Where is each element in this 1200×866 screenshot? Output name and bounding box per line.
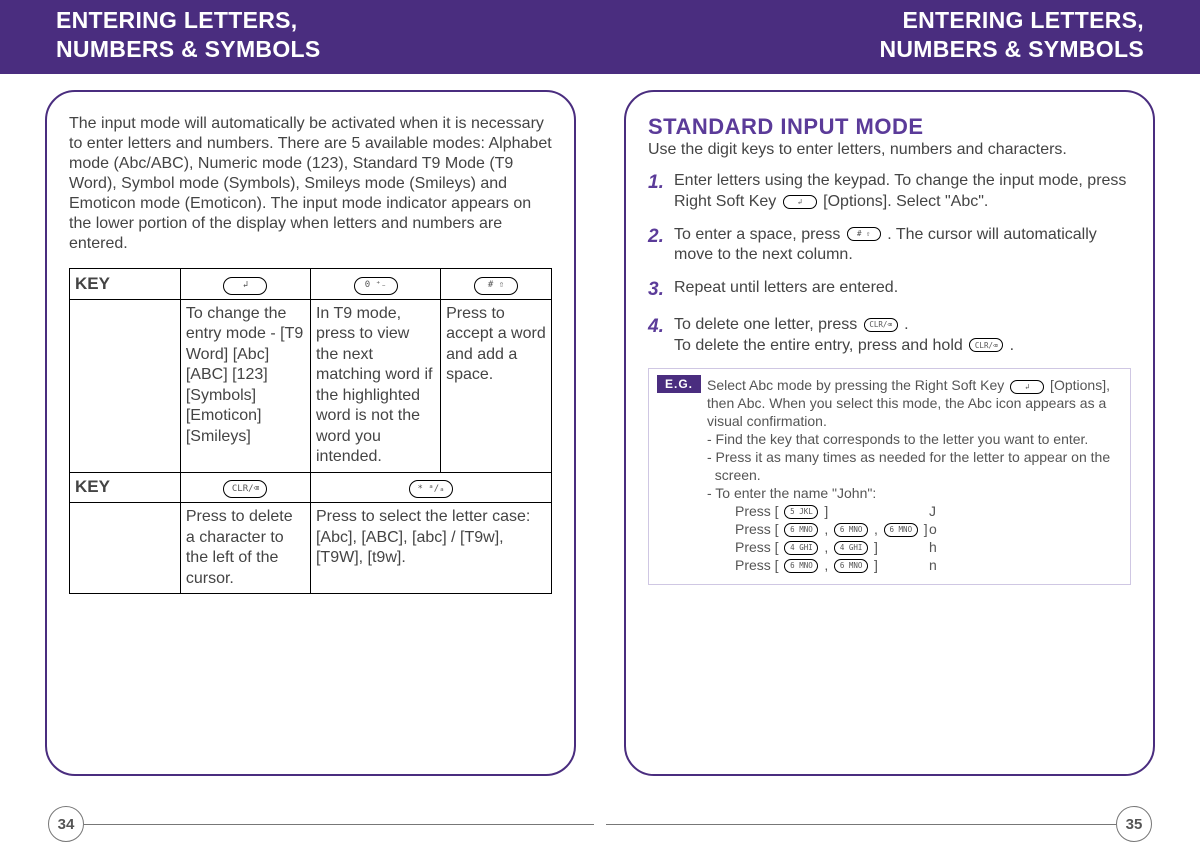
left-panel: The input mode will automatically be act…	[45, 90, 576, 776]
step-text-2b: .	[1005, 337, 1014, 354]
example-box: E.G. Select Abc mode by pressing the Rig…	[648, 368, 1131, 585]
page-rule	[606, 824, 1116, 826]
key-glyph-cell: 0 ⁺₋	[310, 269, 440, 300]
digit-key-icon: 4 GHI	[784, 541, 818, 555]
example-tag: E.G.	[657, 375, 701, 393]
eg-line-left: Press [ 4 GHI , 4 GHI ]	[735, 539, 929, 557]
eg-line-left: Press [ 6 MNO , 6 MNO , 6 MNO ]	[735, 521, 929, 539]
page: ENTERING LETTERS, NUMBERS & SYMBOLS ENTE…	[0, 0, 1200, 866]
step-text-a: To delete one letter, press	[674, 316, 862, 333]
step-item: 1. Enter letters using the keypad. To ch…	[648, 171, 1131, 213]
key-glyph-cell: ↲	[180, 269, 310, 300]
example-para: Select Abc mode by pressing the Right So…	[707, 377, 1120, 431]
digit-key-icon: 6 MNO	[834, 559, 868, 573]
step-item: 4. To delete one letter, press CLR/⌫ . T…	[648, 315, 1131, 357]
empty-cell	[70, 503, 181, 594]
step-number: 1.	[648, 171, 668, 213]
section-sub: Use the digit keys to enter letters, num…	[648, 141, 1131, 159]
eg-p1a: Select Abc mode by pressing the Right So…	[707, 377, 1008, 393]
step-text-b: .	[900, 316, 909, 333]
digit-key-icon: 5 JKL	[784, 505, 818, 519]
digit-key-icon: 6 MNO	[884, 523, 918, 537]
digit-key-icon: 6 MNO	[784, 523, 818, 537]
key-label: KEY	[70, 472, 181, 503]
digit-key-icon: 6 MNO	[834, 523, 868, 537]
eg-line: Press [ 5 JKL ]J	[735, 503, 1120, 521]
eg-line-left: Press [ 6 MNO , 6 MNO ]	[735, 557, 929, 575]
eg-line-right: J	[929, 503, 959, 521]
empty-cell	[70, 299, 181, 472]
header-left-line1: ENTERING LETTERS,	[56, 6, 321, 35]
table-cell: Press to delete a character to the left …	[180, 503, 310, 594]
key-label: KEY	[70, 269, 181, 300]
pound-key-icon: # ⇧	[474, 277, 518, 295]
header-left: ENTERING LETTERS, NUMBERS & SYMBOLS	[56, 6, 321, 64]
eg-line-right: n	[929, 557, 959, 575]
digit-key-icon: 4 GHI	[834, 541, 868, 555]
eg-bullet-cont: screen.	[707, 467, 1120, 485]
header-right: ENTERING LETTERS, NUMBERS & SYMBOLS	[879, 6, 1144, 64]
steps-list: 1. Enter letters using the keypad. To ch…	[648, 171, 1131, 356]
clr-key-icon: CLR/⌫	[969, 338, 1003, 352]
header-left-line2: NUMBERS & SYMBOLS	[56, 35, 321, 64]
eg-line: Press [ 6 MNO , 6 MNO , 6 MNO ]o	[735, 521, 1120, 539]
page-number-left: 34	[48, 806, 84, 842]
table-cell: To change the entry mode - [T9 Word] [Ab…	[180, 299, 310, 472]
table-cell: Press to accept a word and add a space.	[441, 299, 552, 472]
eg-line: Press [ 4 GHI , 4 GHI ]h	[735, 539, 1120, 557]
eg-bullet: - Press it as many times as needed for t…	[707, 449, 1120, 467]
example-body: Select Abc mode by pressing the Right So…	[707, 377, 1120, 574]
step-item: 3. Repeat until letters are entered.	[648, 278, 1131, 303]
eg-key-lines: Press [ 5 JKL ]JPress [ 6 MNO , 6 MNO , …	[735, 503, 1120, 575]
header-right-line1: ENTERING LETTERS,	[879, 6, 1144, 35]
eg-bullet: - To enter the name "John":	[707, 485, 1120, 503]
right-panel: STANDARD INPUT MODE Use the digit keys t…	[624, 90, 1155, 776]
key-glyph-cell: * ᵃ/ₐ	[310, 472, 551, 503]
key-glyph-cell: CLR/⌫	[180, 472, 310, 503]
step-number: 4.	[648, 315, 668, 357]
digit-key-icon: 6 MNO	[784, 559, 818, 573]
eg-line: Press [ 6 MNO , 6 MNO ]n	[735, 557, 1120, 575]
star-key-icon: * ᵃ/ₐ	[409, 480, 453, 498]
step-text-a: To enter a space, press	[674, 226, 845, 243]
key-glyph-cell: # ⇧	[441, 269, 552, 300]
step-text: Repeat until letters are entered.	[674, 278, 898, 303]
step-text: Enter letters using the keypad. To chang…	[674, 171, 1131, 213]
table-cell: In T9 mode, press to view the next match…	[310, 299, 440, 472]
softkey-icon: ↲	[783, 195, 817, 209]
clr-key-icon: CLR/⌫	[864, 318, 898, 332]
page-rule	[84, 824, 594, 826]
zero-key-icon: 0 ⁺₋	[354, 277, 398, 295]
eg-bullet: - Find the key that corresponds to the l…	[707, 431, 1120, 449]
step-text: To delete one letter, press CLR/⌫ . To d…	[674, 315, 1014, 357]
columns: The input mode will automatically be act…	[45, 90, 1155, 776]
pound-key-icon: # ⇧	[847, 227, 881, 241]
header-right-line2: NUMBERS & SYMBOLS	[879, 35, 1144, 64]
eg-line-right: o	[929, 521, 959, 539]
eg-line-left: Press [ 5 JKL ]	[735, 503, 929, 521]
section-heading: STANDARD INPUT MODE	[648, 114, 1131, 140]
page-number-right: 35	[1116, 806, 1152, 842]
step-number: 2.	[648, 225, 668, 267]
softkey-icon: ↲	[223, 277, 267, 295]
table-cell: Press to select the letter case: [Abc], …	[310, 503, 551, 594]
key-table-1: KEY ↲ 0 ⁺₋ # ⇧ To change the entry mode …	[69, 268, 552, 594]
intro-text: The input mode will automatically be act…	[69, 114, 552, 254]
header-bar: ENTERING LETTERS, NUMBERS & SYMBOLS ENTE…	[0, 0, 1200, 74]
softkey-icon: ↲	[1010, 380, 1044, 394]
eg-line-right: h	[929, 539, 959, 557]
step-text-2a: To delete the entire entry, press and ho…	[674, 337, 967, 354]
step-text-b: [Options]. Select "Abc".	[819, 193, 989, 210]
clr-key-icon: CLR/⌫	[223, 480, 267, 498]
step-text: To enter a space, press # ⇧ . The cursor…	[674, 225, 1131, 267]
step-item: 2. To enter a space, press # ⇧ . The cur…	[648, 225, 1131, 267]
step-number: 3.	[648, 278, 668, 303]
